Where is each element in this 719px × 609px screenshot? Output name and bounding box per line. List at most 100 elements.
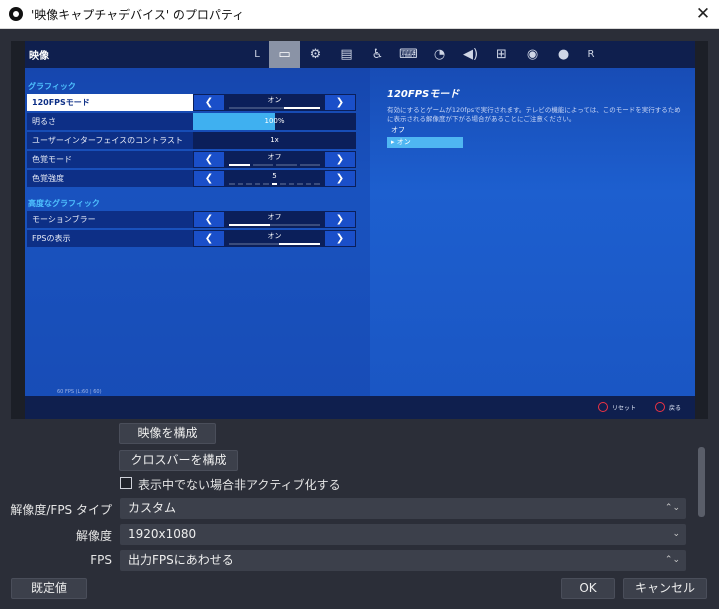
setting-value-box: 5: [225, 170, 324, 187]
segment: [252, 164, 273, 166]
setting-control: ❮ オン ❯: [193, 94, 356, 111]
res-fps-type-label: 解像度/FPS タイプ: [10, 503, 112, 517]
info-description: 有効にするとゲームが120fpsで実行されます。テレビの機能によっては、このモー…: [387, 106, 681, 123]
back-hint-label: 戻る: [669, 404, 682, 412]
segment: [297, 183, 303, 185]
monitor-icon[interactable]: ▭: [269, 41, 300, 68]
chevron-down-icon: ⌄: [672, 529, 680, 539]
setting-value-box: オフ: [225, 211, 324, 228]
segment: [229, 164, 250, 166]
arrow-left-icon[interactable]: ❮: [194, 171, 224, 186]
segment: [254, 183, 261, 185]
back-hint: 戻る: [655, 402, 681, 412]
keyboard-icon[interactable]: ⌨: [393, 41, 424, 68]
setting-value-box: オフ: [225, 151, 324, 168]
reset-hint-label: リセット: [612, 404, 637, 412]
setting-row[interactable]: 明るさ 100%: [27, 113, 356, 130]
close-icon[interactable]: ✕: [693, 4, 713, 24]
setting-name: ユーザーインターフェイスのコントラスト: [27, 132, 193, 149]
reset-hint: リセット: [598, 402, 636, 412]
setting-control: ❮ オフ ❯: [193, 151, 356, 168]
info-panel: 120FPSモード 有効にするとゲームが120fpsで実行されます。テレビの機能…: [387, 85, 687, 124]
setting-value[interactable]: 1x: [193, 132, 356, 149]
fps-value: 出力FPSにあわせる: [128, 553, 234, 567]
setting-control: ❮ オフ ❯: [193, 211, 356, 228]
cancel-button[interactable]: キャンセル: [623, 578, 707, 599]
toggle-indicator: [229, 224, 270, 226]
option-off[interactable]: オフ: [387, 125, 463, 136]
game-tab-label: 映像: [29, 51, 49, 62]
segment: [263, 183, 269, 185]
gamepad-icon[interactable]: ◉: [517, 41, 548, 68]
segment: [314, 183, 321, 185]
toggle-indicator: [283, 107, 320, 109]
square-button-icon: [598, 402, 608, 412]
setting-value-box: オン: [225, 94, 324, 111]
arrow-right-icon[interactable]: ❯: [325, 231, 355, 246]
title-bar: '映像キャプチャデバイス' のプロパティ ✕: [0, 0, 719, 29]
deactivate-label: 表示中でない場合非アクティブ化する: [138, 478, 341, 492]
setting-value: オフ: [267, 153, 282, 161]
arrow-right-icon[interactable]: ❯: [325, 152, 355, 167]
segment: [280, 183, 286, 185]
setting-row[interactable]: 色覚強度 ❮ 5 ❯: [27, 170, 356, 187]
setting-value: オン: [267, 96, 282, 104]
setting-row[interactable]: 120FPSモード ❮ オン ❯: [27, 94, 356, 111]
resolution-select[interactable]: 1920x1080 ⌄: [120, 524, 686, 545]
arrow-left-icon[interactable]: ❮: [194, 95, 224, 110]
setting-row[interactable]: 色覚モード ❮ オフ ❯: [27, 151, 356, 168]
window-title: '映像キャプチャデバイス' のプロパティ: [31, 7, 245, 22]
segment-bar: [229, 183, 321, 185]
deactivate-checkbox[interactable]: [120, 477, 132, 489]
updown-icon: ⌃⌄: [664, 503, 680, 513]
defaults-button[interactable]: 既定値: [11, 578, 87, 599]
segment: [276, 164, 297, 166]
arrow-right-icon[interactable]: ❯: [325, 171, 355, 186]
setting-name: モーションブラー: [27, 211, 193, 228]
game-bottom-bar: リセット 戻る: [25, 396, 695, 419]
segment: [299, 164, 320, 166]
setting-row[interactable]: モーションブラー ❮ オフ ❯: [27, 211, 356, 228]
user-icon[interactable]: ●: [548, 41, 579, 68]
arrow-right-icon[interactable]: ❯: [325, 95, 355, 110]
info-title: 120FPSモード: [387, 89, 460, 100]
setting-value-box: オン: [225, 230, 324, 247]
setting-control: ❮ 5 ❯: [193, 170, 356, 187]
R1-icon[interactable]: R: [579, 41, 603, 68]
option-on[interactable]: ▸ オン: [387, 137, 463, 148]
res-fps-type-select[interactable]: カスタム ⌃⌄: [120, 498, 686, 519]
ok-button[interactable]: OK: [561, 578, 615, 599]
updown-icon: ⌃⌄: [664, 555, 680, 565]
gear-icon[interactable]: ⚙: [300, 41, 331, 68]
arrow-left-icon[interactable]: ❮: [194, 212, 224, 227]
toggle-bar: [229, 107, 320, 109]
setting-name: 色覚モード: [27, 151, 193, 168]
fps-select[interactable]: 出力FPSにあわせる ⌃⌄: [120, 550, 686, 571]
section-advanced-graphics: 高度なグラフィック: [28, 199, 100, 208]
arrow-left-icon[interactable]: ❮: [194, 152, 224, 167]
circle-button-icon: [655, 402, 665, 412]
configure-crossbar-button[interactable]: クロスバーを構成: [119, 450, 238, 471]
L1-icon[interactable]: L: [245, 41, 269, 68]
setting-row[interactable]: FPSの表示 ❮ オン ❯: [27, 230, 356, 247]
setting-row[interactable]: ユーザーインターフェイスのコントラスト 1x: [27, 132, 356, 149]
audio-icon[interactable]: ◀): [455, 41, 486, 68]
configure-video-button[interactable]: 映像を構成: [119, 423, 216, 444]
segment: [305, 183, 312, 185]
arrow-right-icon[interactable]: ❯: [325, 212, 355, 227]
arrow-left-icon[interactable]: ❮: [194, 231, 224, 246]
segment: [237, 183, 244, 185]
network-icon[interactable]: ⊞: [486, 41, 517, 68]
res-fps-type-value: カスタム: [128, 501, 177, 515]
segment: [271, 183, 278, 185]
brightness-slider[interactable]: 100%: [193, 113, 356, 130]
controller-alt-icon[interactable]: ◔: [424, 41, 455, 68]
setting-value: 5: [272, 172, 277, 180]
game-settings-screen: 映像 L ▭ ⚙ ▤ ♿ ⌨ ◔ ◀) ⊞ ◉ ● R グラフィック 120FPSモード ❮ オン ❯ 明るさ…: [25, 41, 695, 419]
display-icon[interactable]: ▤: [331, 41, 362, 68]
section-graphics: グラフィック: [28, 82, 76, 91]
accessibility-icon[interactable]: ♿: [362, 41, 393, 68]
scrollbar[interactable]: [698, 447, 705, 517]
resolution-label: 解像度: [75, 529, 112, 543]
fps-label: FPS: [90, 553, 112, 567]
